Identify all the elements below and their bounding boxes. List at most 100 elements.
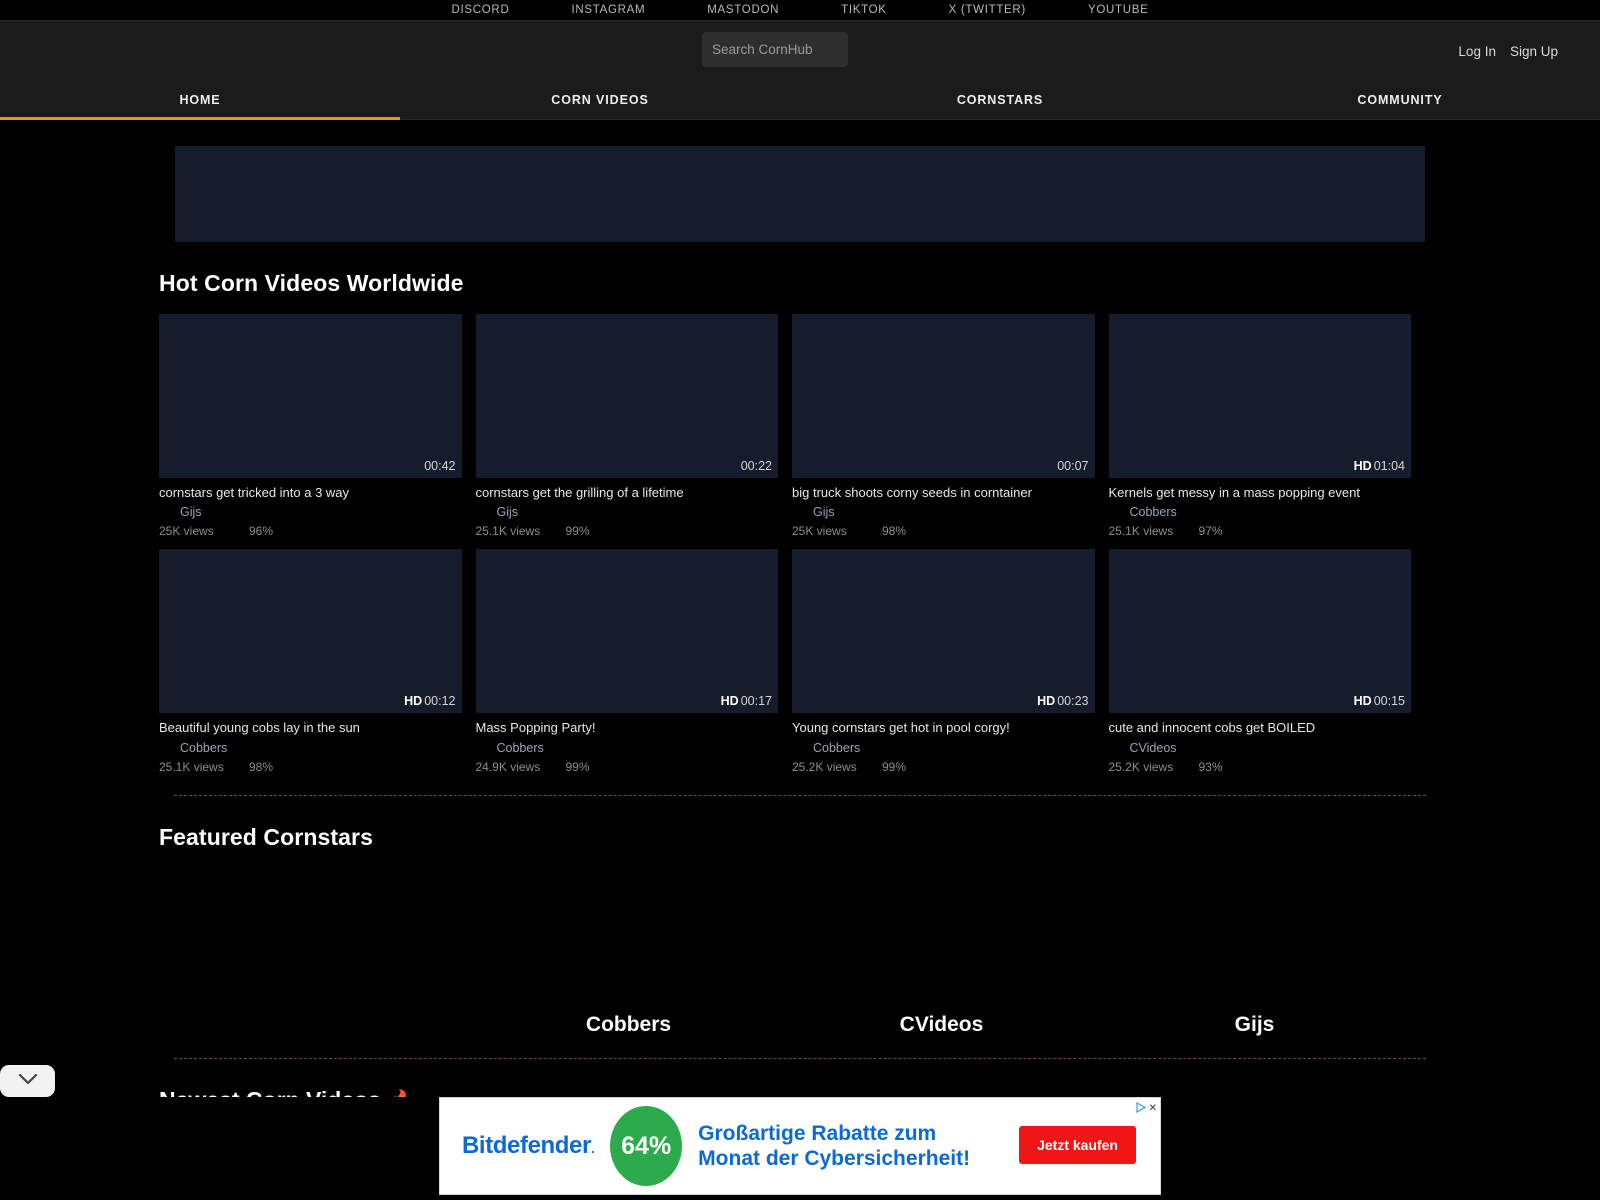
video-title[interactable]: Young cornstars get hot in pool corgy!	[792, 720, 1095, 736]
duration-text: 00:07	[1057, 459, 1089, 473]
video-card[interactable]: HD 01:04 Kernels get messy in a mass popp…	[1108, 314, 1412, 538]
chevron-down-icon	[18, 1072, 38, 1090]
auth-area: Log In Sign Up	[1458, 21, 1558, 81]
social-link-tiktok[interactable]: TIKTOK	[841, 4, 887, 16]
nav-tab-cornstars[interactable]: CORNSTARS	[800, 80, 1200, 119]
cornstar-cell[interactable]: Gijs	[1098, 917, 1411, 1037]
duration-text: 00:17	[740, 694, 772, 709]
video-card[interactable]: 00:22 cornstars get the grilling of a li…	[475, 314, 779, 538]
adchoices-icon[interactable]	[1136, 1100, 1147, 1118]
featured-cornstars-grid: Cobbers CVideos Gijs	[159, 917, 1411, 1037]
video-views: 25.1K views	[1108, 524, 1174, 539]
video-duration-badge: 00:22	[739, 459, 772, 473]
video-thumbnail[interactable]: 00:07	[792, 314, 1095, 478]
video-rating: 99%	[565, 524, 590, 539]
video-rating: 99%	[565, 759, 590, 774]
ad-discount-badge: 64%	[610, 1106, 683, 1186]
video-views: 25.1K views	[159, 759, 224, 774]
video-card[interactable]: HD 00:15 cute and innocent cobs get BOILE…	[1108, 549, 1412, 774]
video-thumbnail[interactable]: 00:22	[475, 314, 778, 478]
cornstar-name: Cobbers	[585, 1012, 672, 1036]
video-thumbnail[interactable]: HD 00:23	[792, 549, 1095, 714]
ad-brand-text: Bitdefender	[462, 1132, 591, 1159]
hd-badge: HD	[1037, 694, 1056, 709]
video-thumbnail[interactable]: HD 00:12	[159, 549, 462, 714]
video-title[interactable]: cornstars get the grilling of a lifetime	[476, 485, 779, 501]
cornstar-cell[interactable]	[159, 917, 472, 1037]
nav-tab-community[interactable]: COMMUNITY	[1200, 80, 1600, 119]
cornstar-cell[interactable]: Cobbers	[472, 917, 785, 1037]
collapse-toggle-button[interactable]	[0, 1065, 55, 1097]
video-uploader[interactable]: Cobbers	[1130, 505, 1412, 519]
video-stats: 25.1K views 99%	[476, 524, 779, 538]
social-link-instagram[interactable]: INSTAGRAM	[571, 4, 645, 16]
page-title-hot-videos: Hot Corn Videos Worldwide	[159, 270, 464, 296]
video-card[interactable]: HD 00:23 Young cornstars get hot in pool …	[792, 549, 1095, 774]
login-link[interactable]: Log In	[1458, 44, 1496, 59]
duration-text: 00:23	[1057, 694, 1089, 709]
video-stats: 24.9K views 99%	[476, 760, 779, 774]
video-title[interactable]: Mass Popping Party!	[476, 720, 779, 736]
video-rating: 98%	[249, 759, 274, 774]
video-duration-badge: 00:07	[1055, 459, 1088, 473]
video-uploader[interactable]: Cobbers	[813, 741, 1095, 755]
video-stats: 25.1K views 97%	[1109, 524, 1412, 538]
ad-choices-controls[interactable]: ✕	[1136, 1100, 1157, 1118]
social-link-discord[interactable]: DISCORD	[452, 4, 510, 16]
video-uploader[interactable]: Gijs	[497, 505, 779, 519]
social-link-x-twitter[interactable]: X (TWITTER)	[949, 4, 1026, 16]
video-rating: 93%	[1198, 759, 1223, 774]
social-bar: DISCORD INSTAGRAM MASTODON TIKTOK X (TWI…	[0, 0, 1600, 20]
signup-link[interactable]: Sign Up	[1510, 44, 1558, 59]
video-title[interactable]: big truck shoots corny seeds in corntain…	[792, 485, 1095, 501]
video-thumbnail[interactable]: HD 00:15	[1108, 549, 1411, 714]
social-link-mastodon[interactable]: MASTODON	[707, 4, 779, 16]
video-views: 24.9K views	[475, 759, 541, 774]
video-card[interactable]: 00:42 cornstars get tricked into a 3 way…	[159, 314, 462, 538]
nav-tab-corn-videos[interactable]: CORN VIDEOS	[400, 80, 800, 119]
video-views: 25K views	[159, 524, 214, 539]
video-card[interactable]: HD 00:17 Mass Popping Party! Cobbers 24.9…	[475, 549, 779, 774]
video-uploader[interactable]: Gijs	[813, 505, 1095, 519]
bitdefender-ad[interactable]: Bitdefender. 64% Großartige Rabatte zum …	[439, 1097, 1161, 1195]
section-divider	[174, 1057, 1426, 1059]
video-title[interactable]: Kernels get messy in a mass popping even…	[1109, 485, 1412, 501]
video-card[interactable]: HD 00:12 Beautiful young cobs lay in the …	[159, 549, 462, 774]
ad-cta-button[interactable]: Jetzt kaufen	[1019, 1126, 1136, 1164]
video-thumbnail[interactable]: 00:42	[159, 314, 462, 478]
cornstar-cell[interactable]: CVideos	[785, 917, 1098, 1037]
video-uploader[interactable]: Cobbers	[180, 741, 462, 755]
video-title[interactable]: Beautiful young cobs lay in the sun	[159, 720, 462, 736]
page-title-featured-cornstars: Featured Cornstars	[159, 823, 373, 850]
video-duration-badge: HD 00:23	[1037, 694, 1088, 708]
top-banner-ad[interactable]	[175, 146, 1425, 242]
video-title[interactable]: cute and innocent cobs get BOILED	[1109, 720, 1412, 736]
video-stats: 25K views 98%	[792, 524, 1095, 538]
video-uploader[interactable]: CVideos	[1130, 741, 1412, 755]
duration-text: 00:15	[1373, 694, 1405, 709]
video-uploader[interactable]: Cobbers	[497, 741, 779, 755]
duration-text: 00:42	[424, 459, 456, 473]
video-card[interactable]: 00:07 big truck shoots corny seeds in co…	[792, 314, 1095, 538]
video-views: 25.2K views	[1108, 759, 1174, 774]
video-rating: 96%	[249, 524, 274, 539]
video-views: 25.2K views	[792, 759, 857, 774]
hd-badge: HD	[404, 694, 423, 709]
video-uploader[interactable]: Gijs	[180, 505, 462, 519]
search-input[interactable]	[702, 32, 848, 67]
video-views: 25K views	[792, 524, 847, 539]
video-thumbnail[interactable]: HD 01:04	[1108, 314, 1411, 478]
video-rating: 99%	[882, 759, 907, 774]
video-duration-badge: HD 00:17	[721, 694, 772, 708]
ad-brand-name: Bitdefender.	[462, 1132, 595, 1160]
cornstar-name: CVideos	[899, 1012, 984, 1036]
video-thumbnail[interactable]: HD 00:17	[475, 549, 778, 714]
social-link-youtube[interactable]: YOUTUBE	[1088, 4, 1149, 16]
video-title[interactable]: cornstars get tricked into a 3 way	[159, 485, 462, 501]
ad-headline-line-2: Monat der Cybersicherheit!	[698, 1147, 971, 1170]
video-stats: 25.2K views 99%	[792, 760, 1095, 774]
nav-tab-home[interactable]: HOME	[0, 80, 400, 120]
video-stats: 25.2K views 93%	[1109, 760, 1412, 774]
ad-close-icon[interactable]: ✕	[1149, 1104, 1157, 1114]
video-rating: 98%	[882, 524, 907, 539]
